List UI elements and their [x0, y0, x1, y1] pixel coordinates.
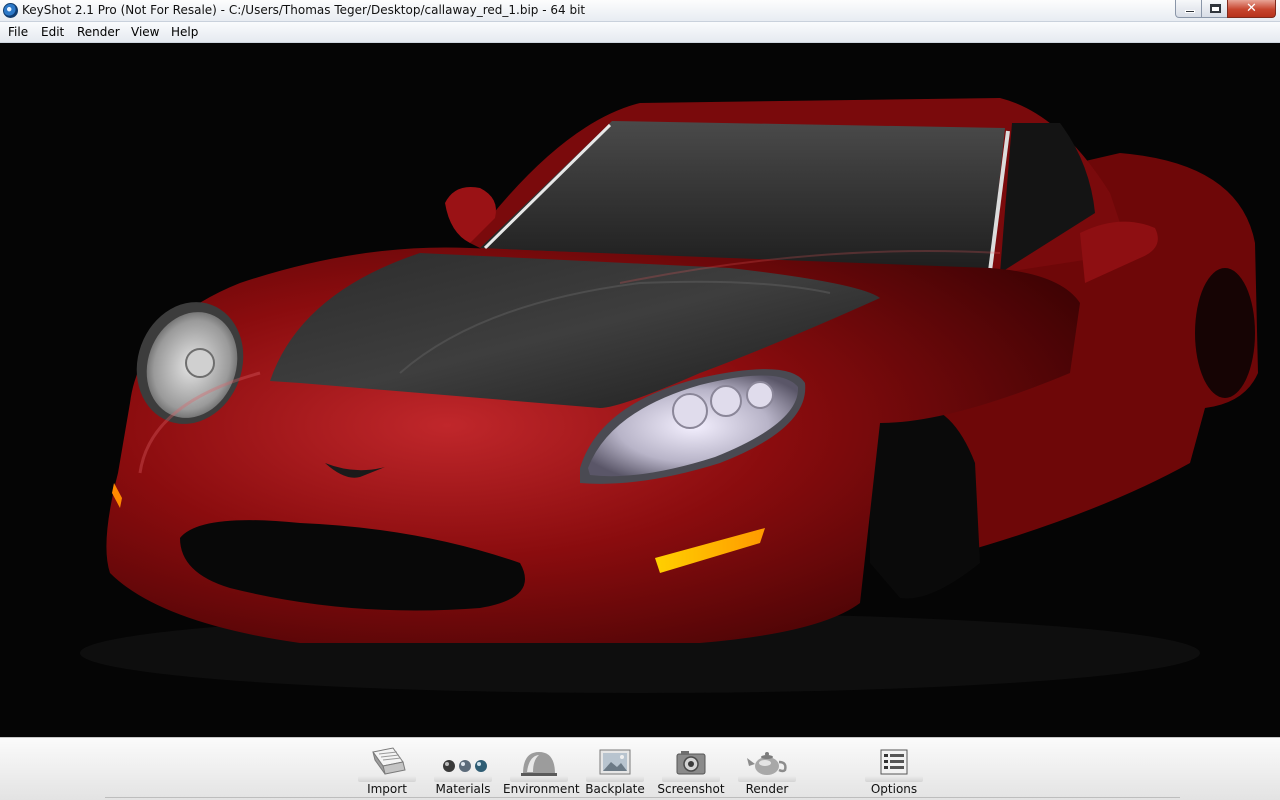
import-icon	[359, 744, 415, 782]
menu-edit[interactable]: Edit	[41, 25, 64, 39]
screenshot-label: Screenshot	[657, 782, 725, 796]
materials-button[interactable]: Materials	[431, 738, 495, 800]
environment-icon	[511, 744, 567, 782]
backplate-label: Backplate	[585, 782, 645, 796]
environment-button[interactable]: Environment	[503, 738, 580, 800]
render-button[interactable]: Render	[737, 738, 797, 800]
import-label: Import	[367, 782, 407, 796]
restore-icon	[1210, 4, 1221, 13]
title-bar: KeyShot 2.1 Pro (Not For Resale) - C:/Us…	[0, 0, 1280, 22]
keyshot-app-icon[interactable]	[3, 3, 18, 18]
options-button[interactable]: Options	[863, 738, 925, 800]
menu-file[interactable]: File	[8, 25, 28, 39]
rendered-car-model	[80, 98, 1258, 693]
backplate-button[interactable]: Backplate	[583, 738, 647, 800]
menu-help[interactable]: Help	[171, 25, 198, 39]
teapot-icon	[739, 744, 795, 782]
materials-icon	[435, 744, 491, 782]
divider	[105, 797, 1180, 798]
render-viewport[interactable]	[0, 43, 1280, 737]
minimize-button[interactable]	[1175, 0, 1202, 18]
main-toolbar: Import Materials Environment Backplate S…	[0, 737, 1280, 800]
window-title: KeyShot 2.1 Pro (Not For Resale) - C:/Us…	[22, 3, 586, 17]
close-button[interactable]: ✕	[1227, 0, 1276, 18]
options-icon	[866, 744, 922, 782]
menu-view[interactable]: View	[131, 25, 159, 39]
render-label: Render	[745, 782, 789, 796]
maximize-button[interactable]	[1201, 0, 1228, 18]
options-label: Options	[870, 782, 918, 796]
menu-bar: File Edit Render View Help	[0, 22, 1280, 43]
screenshot-button[interactable]: Screenshot	[655, 738, 727, 800]
materials-label: Materials	[435, 782, 491, 796]
minimize-icon	[1185, 10, 1195, 13]
camera-icon	[663, 744, 719, 782]
menu-render[interactable]: Render	[77, 25, 120, 39]
backplate-icon	[587, 744, 643, 782]
import-button[interactable]: Import	[355, 738, 419, 800]
environment-label: Environment	[503, 782, 580, 796]
close-icon: ✕	[1246, 1, 1257, 16]
